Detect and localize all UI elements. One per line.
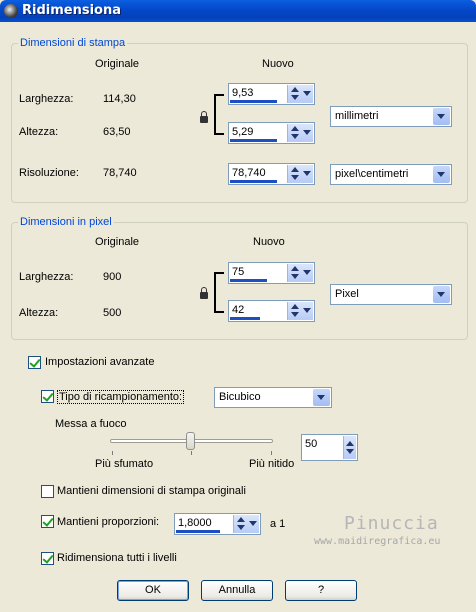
resolution-stepper[interactable] <box>287 165 313 183</box>
pixel-height-stepper[interactable] <box>287 302 313 320</box>
resample-method-select[interactable]: Bicubico <box>214 387 332 408</box>
pixel-col-original: Originale <box>95 236 140 248</box>
advanced-settings-label[interactable]: Impostazioni avanzate <box>45 356 154 368</box>
lock-icon <box>200 111 208 123</box>
chevron-down-icon[interactable] <box>433 286 450 303</box>
resize-all-layers-label[interactable]: Ridimensiona tutti i livelli <box>57 552 177 564</box>
cancel-button[interactable]: Annulla <box>201 580 273 601</box>
ratio-spinner[interactable]: 1,8000 <box>174 513 261 535</box>
print-width-value: 9,53 <box>232 87 254 99</box>
print-col-new: Nuovo <box>262 58 294 70</box>
print-height-stepper[interactable] <box>287 124 313 142</box>
resolution-value: 78,740 <box>232 167 266 179</box>
print-col-original: Originale <box>95 58 140 70</box>
print-width-original: 114,30 <box>103 93 136 105</box>
resolution-original: 78,740 <box>103 167 137 179</box>
pixel-height-label: Altezza: <box>19 307 59 319</box>
chevron-down-icon[interactable] <box>433 166 450 183</box>
pixel-col-new: Nuovo <box>253 236 285 248</box>
print-units-select[interactable]: millimetri <box>330 106 452 127</box>
watermark-name: Pinuccia <box>344 513 439 534</box>
keep-print-size-checkbox[interactable] <box>41 485 54 498</box>
ratio-suffix: a 1 <box>270 518 286 530</box>
sharpness-max-label: Più nitido <box>249 458 295 470</box>
print-width-label: Larghezza: <box>19 93 74 105</box>
print-aspect-bracket <box>214 94 224 135</box>
pixel-width-spinner[interactable]: 75 <box>228 262 315 284</box>
sharpness-spinner[interactable]: 50 <box>301 434 358 461</box>
resize-dialog: Ridimensiona Dimensioni di stampa Origin… <box>0 0 476 612</box>
resize-all-layers-checkbox[interactable] <box>41 552 54 565</box>
help-button[interactable]: ? <box>285 580 357 601</box>
resolution-spinner[interactable]: 78,740 <box>228 163 315 185</box>
resolution-label: Risoluzione: <box>19 167 79 179</box>
keep-ratio-label[interactable]: Mantieni proporzioni: <box>57 516 159 528</box>
resolution-units-select[interactable]: pixel\centimetri <box>330 164 452 185</box>
pixel-units-select[interactable]: Pixel <box>330 284 452 305</box>
sharpness-min-label: Più sfumato <box>95 458 154 470</box>
pixel-width-original: 900 <box>103 271 122 283</box>
pixel-width-value: 75 <box>232 266 245 278</box>
resample-method-value: Bicubico <box>219 391 261 403</box>
chevron-down-icon[interactable] <box>313 389 330 406</box>
pixel-width-label: Larghezza: <box>19 271 74 283</box>
app-icon <box>4 4 18 18</box>
sharpness-stepper[interactable] <box>343 436 356 459</box>
lock-icon <box>200 287 208 299</box>
resolution-units-value: pixel\centimetri <box>335 168 409 180</box>
print-size-group-title: Dimensioni di stampa <box>18 37 128 49</box>
window-title: Ridimensiona <box>22 3 121 18</box>
advanced-settings-checkbox[interactable] <box>28 356 41 369</box>
print-height-original: 63,50 <box>103 126 131 138</box>
title-bar[interactable]: Ridimensiona <box>0 0 476 22</box>
print-width-stepper[interactable] <box>287 85 313 103</box>
pixel-aspect-bracket <box>214 272 224 313</box>
ok-button[interactable]: OK <box>117 580 189 601</box>
pixel-units-value: Pixel <box>335 288 359 300</box>
print-units-value: millimetri <box>335 110 379 122</box>
resample-type-checkbox[interactable] <box>41 390 54 403</box>
print-height-label: Altezza: <box>19 126 59 138</box>
sharpness-value: 50 <box>305 438 318 450</box>
ratio-stepper[interactable] <box>233 515 259 533</box>
watermark-url: www.maidiregrafica.eu <box>314 536 441 547</box>
sharpness-slider-thumb[interactable] <box>186 432 195 450</box>
pixel-height-value: 42 <box>232 304 245 316</box>
resample-type-label[interactable]: Tipo di ricampionamento: <box>57 390 185 404</box>
print-width-spinner[interactable]: 9,53 <box>228 83 315 105</box>
chevron-down-icon[interactable] <box>433 108 450 125</box>
sharpness-label: Messa a fuoco <box>55 418 127 430</box>
keep-print-size-label[interactable]: Mantieni dimensioni di stampa originali <box>57 485 246 497</box>
print-height-spinner[interactable]: 5,29 <box>228 122 315 144</box>
keep-ratio-checkbox[interactable] <box>41 515 54 528</box>
pixel-height-original: 500 <box>103 307 122 319</box>
pixel-width-stepper[interactable] <box>287 264 313 282</box>
pixel-height-spinner[interactable]: 42 <box>228 300 315 322</box>
pixel-size-group-title: Dimensioni in pixel <box>18 216 114 228</box>
print-height-value: 5,29 <box>232 126 254 138</box>
ratio-value: 1,8000 <box>178 517 212 529</box>
